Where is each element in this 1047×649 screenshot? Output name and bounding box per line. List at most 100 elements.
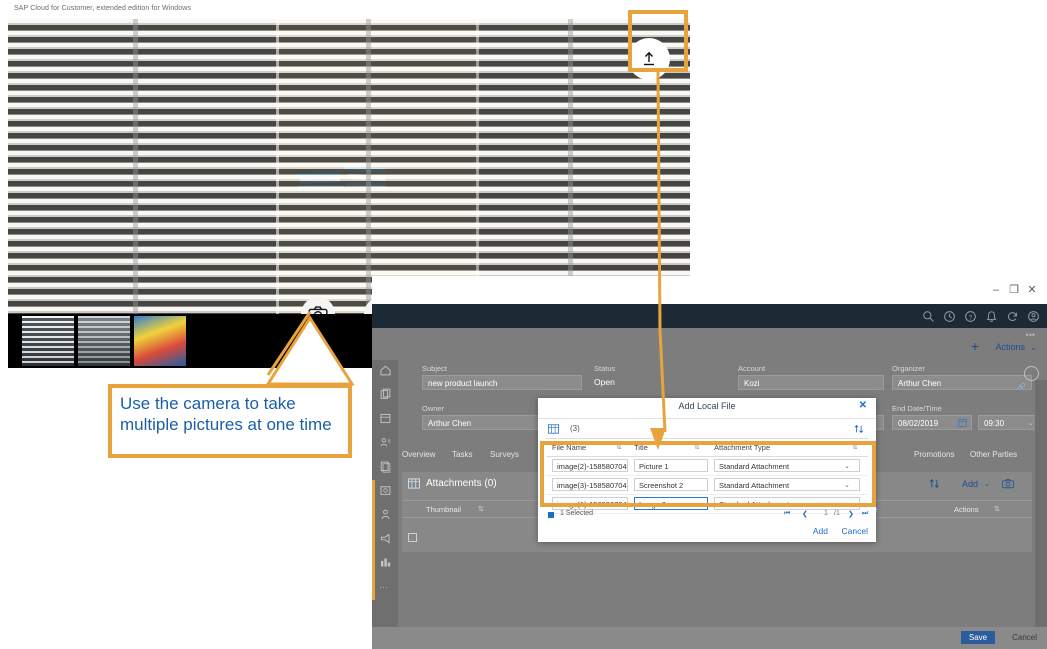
sidebar-item-documents[interactable]	[379, 460, 392, 473]
search-icon[interactable]	[922, 310, 935, 323]
thumbnail-1[interactable]	[22, 316, 74, 366]
tab-tasks[interactable]: Tasks	[452, 450, 472, 459]
dialog-title: Add Local File	[678, 401, 736, 411]
header-file-name-sort-icon[interactable]: ⇅	[616, 443, 622, 451]
chevron-down-icon[interactable]: ⌄	[984, 480, 990, 488]
tab-promotions[interactable]: Promotions	[914, 450, 954, 459]
callout-text: Use the camera to take multiple pictures…	[120, 394, 332, 434]
notifications-icon[interactable]	[985, 310, 998, 323]
sidebar-item-home[interactable]	[379, 364, 392, 377]
column-thumbnail-sort-icon[interactable]: ⇅	[478, 505, 484, 513]
tab-surveys[interactable]: Surveys	[490, 450, 519, 459]
user-icon[interactable]	[1027, 310, 1040, 323]
chevron-down-icon[interactable]: ⌄	[1030, 343, 1037, 352]
field-subject-input[interactable]: new product launch	[422, 375, 582, 390]
field-organizer: Organizer Arthur Chen 🔗	[892, 364, 1032, 390]
field-account-label: Account	[738, 364, 766, 373]
table-row[interactable]: image(3)-158580704 Screenshot 2 Standard…	[546, 476, 868, 495]
field-organizer-value: Arthur Chen	[898, 379, 942, 388]
sidebar-item-analytics[interactable]	[379, 556, 392, 569]
dialog-item-count: (3)	[570, 424, 580, 433]
sort-icon[interactable]	[854, 424, 864, 434]
field-subject-label: Subject	[422, 364, 448, 373]
attachments-select-all-checkbox[interactable]	[408, 533, 417, 542]
rail-accent-bar	[372, 480, 375, 600]
field-subject: Subject new product launch	[422, 364, 582, 390]
row-0-file-name-input[interactable]: image(2)-158580704	[552, 459, 628, 472]
row-0-title-input[interactable]: Picture 1	[634, 459, 708, 472]
chevron-down-icon[interactable]: ⌄	[1028, 419, 1034, 427]
row-1-chevron-down-icon[interactable]: ⌄	[844, 481, 850, 489]
row-2-chevron-down-icon[interactable]: ⌄	[844, 500, 850, 508]
field-organizer-input[interactable]: Arthur Chen 🔗	[892, 375, 1032, 390]
sidebar-item-people[interactable]	[379, 508, 392, 521]
close-icon[interactable]: ✕	[859, 401, 867, 411]
field-account-input[interactable]: Kozi	[738, 375, 884, 390]
tab-overview[interactable]: Overview	[402, 450, 435, 459]
close-icon[interactable]: ✕	[1025, 284, 1039, 296]
pagination-last[interactable]: ⏭	[862, 510, 868, 518]
maximize-icon[interactable]: ❐	[1007, 284, 1021, 296]
pagination-prev[interactable]: ❮	[802, 510, 808, 518]
blind-divider-left	[276, 19, 279, 314]
pagination-next[interactable]: ❯	[848, 510, 854, 518]
help-icon[interactable]: ?	[964, 310, 977, 323]
recent-icon[interactable]	[943, 310, 956, 323]
sap-window-titlebar: – ❐ ✕	[372, 276, 1047, 304]
sort-icon[interactable]	[929, 478, 940, 489]
column-actions: Actions	[954, 505, 979, 514]
table-row[interactable]: image(2)-158580704 Picture 1 Standard At…	[546, 457, 868, 476]
blind-post-2	[366, 19, 371, 314]
file-table-header: File Name ⇅ Title ⇅ Attachment Type ⇅	[546, 438, 868, 457]
dialog-divider	[538, 418, 876, 419]
row-1-title-input[interactable]: Screenshot 2	[634, 478, 708, 491]
attachments-add-button[interactable]: Add	[962, 479, 978, 489]
pagination-page: 1	[824, 510, 828, 517]
row-2-file-name-input[interactable]: image(1)-158580704	[552, 497, 628, 510]
camera-viewport: ✕	[8, 19, 690, 314]
sidebar-item-more[interactable]: ⋯	[379, 582, 392, 595]
row-1-file-name-input[interactable]: image(3)-158580704	[552, 478, 628, 491]
dialog-add-button[interactable]: Add	[813, 526, 828, 536]
pagination-page-total: /1	[834, 510, 840, 517]
row-0-attachment-type-select[interactable]: Standard Attachment	[714, 459, 860, 472]
cancel-button[interactable]: Cancel	[1012, 631, 1037, 644]
header-attachment-type-sort-icon[interactable]: ⇅	[852, 443, 858, 451]
sap-footer: Save Cancel	[372, 627, 1047, 649]
add-local-file-dialog: Add Local File ✕ (3) File Name ⇅ Title ⇅…	[538, 398, 876, 542]
tab-other-parties[interactable]: Other Parties	[970, 450, 1017, 459]
row-1-attachment-type-select[interactable]: Standard Attachment	[714, 478, 860, 491]
calendar-icon[interactable]	[958, 418, 967, 427]
save-button[interactable]: Save	[961, 631, 995, 644]
column-actions-sort-icon[interactable]: ⇅	[994, 505, 1000, 513]
row-2-attachment-type-select[interactable]: Standard Attachment	[714, 497, 860, 510]
sap-left-rail: ⋯	[372, 360, 398, 649]
add-icon[interactable]: +	[971, 339, 979, 353]
thumbnail-3[interactable]	[134, 316, 186, 366]
sidebar-item-accounts[interactable]	[379, 412, 392, 425]
blind-post-1	[133, 19, 138, 314]
header-title-sort-icon[interactable]: ⇅	[694, 443, 700, 451]
thumbnail-2[interactable]	[78, 316, 130, 366]
sidebar-item-campaign[interactable]	[379, 532, 392, 545]
selection-checkbox[interactable]	[548, 512, 554, 518]
dialog-cancel-button[interactable]: Cancel	[842, 526, 868, 536]
grid-icon	[548, 424, 559, 434]
row-2-title-input[interactable]: Image 3	[634, 497, 708, 510]
minimize-icon[interactable]: –	[989, 284, 1003, 296]
attachments-title: Attachments (0)	[426, 478, 497, 489]
sidebar-item-visits[interactable]	[379, 484, 392, 497]
field-status-value: Open	[594, 377, 615, 387]
link-icon[interactable]: 🔗	[1017, 380, 1026, 389]
pagination-first[interactable]: ⏮	[784, 510, 790, 518]
field-account: Account Kozi	[738, 364, 884, 390]
avatar[interactable]	[1024, 366, 1039, 381]
row-0-chevron-down-icon[interactable]: ⌄	[844, 462, 850, 470]
subheader-more-button[interactable]: •••	[1026, 330, 1035, 340]
field-status-label: Status	[594, 364, 616, 373]
sync-icon[interactable]	[1006, 310, 1019, 323]
camera-icon[interactable]	[1002, 478, 1014, 489]
actions-button[interactable]: Actions	[995, 342, 1025, 352]
sidebar-item-copy[interactable]	[379, 388, 392, 401]
sidebar-item-contacts[interactable]	[379, 436, 392, 449]
